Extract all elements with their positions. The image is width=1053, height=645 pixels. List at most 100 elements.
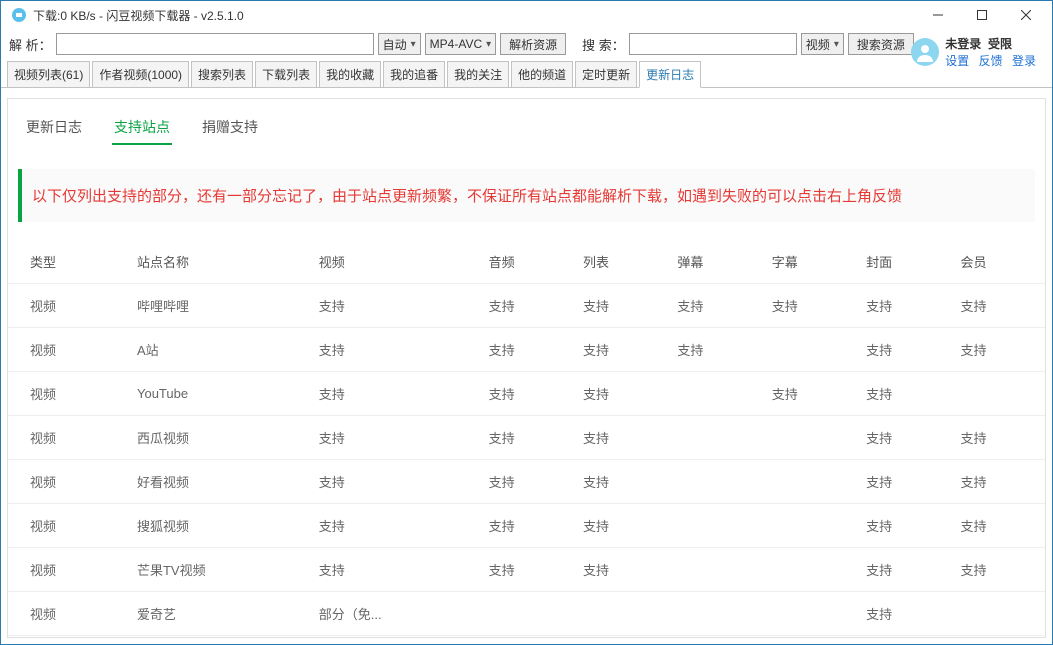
table-cell: 支持: [479, 284, 573, 328]
sub-tab[interactable]: 支持站点: [112, 111, 172, 145]
main-tab[interactable]: 下载列表: [255, 61, 317, 87]
table-row: 视频爱奇艺部分（免...支持: [8, 592, 1045, 636]
feedback-link[interactable]: 反馈: [979, 54, 1003, 68]
main-tab[interactable]: 我的收藏: [319, 61, 381, 87]
table-cell: 视频: [8, 504, 127, 548]
chevron-down-icon: ▾: [411, 39, 416, 50]
sites-table: 类型站点名称视频音频列表弹幕字幕封面会员 视频哔哩哔哩支持支持支持支持支持支持支…: [8, 240, 1045, 638]
parse-button[interactable]: 解析资源: [500, 33, 566, 55]
table-cell: 视频: [8, 548, 127, 592]
table-cell: 支持: [762, 372, 856, 416]
table-cell: [667, 372, 761, 416]
table-cell: 支持: [309, 372, 479, 416]
close-button[interactable]: [1004, 1, 1048, 29]
table-cell: [479, 592, 573, 636]
table-cell: [573, 592, 667, 636]
search-button-label: 搜索资源: [857, 36, 905, 53]
search-type-select[interactable]: 视频▾: [801, 33, 844, 55]
user-text: 未登录 受限 设置 反馈 登录: [945, 35, 1042, 69]
table-cell: 支持: [951, 328, 1045, 372]
table-row: 视频腾讯视频部分支持支持: [8, 636, 1045, 639]
table-cell: 支持: [951, 504, 1045, 548]
app-window: 下载:0 KB/s - 闪豆视频下载器 - v2.5.1.0 解 析： 自动▾ …: [0, 0, 1053, 645]
table-cell: 爱奇艺: [127, 592, 309, 636]
table-cell: [667, 592, 761, 636]
table-cell: 支持: [762, 284, 856, 328]
table-cell: 支持: [573, 372, 667, 416]
sub-tab[interactable]: 捐赠支持: [200, 111, 260, 145]
auto-select-label: 自动: [383, 36, 407, 53]
titlebar: 下载:0 KB/s - 闪豆视频下载器 - v2.5.1.0: [1, 1, 1052, 29]
table-header-cell: 弹幕: [667, 240, 761, 284]
format-select[interactable]: MP4-AVC ▾: [425, 33, 496, 55]
table-cell: 支持: [573, 284, 667, 328]
table-cell: 支持: [479, 416, 573, 460]
sub-tabs: 更新日志支持站点捐赠支持: [8, 99, 1045, 145]
inner-card: 更新日志支持站点捐赠支持 以下仅列出支持的部分，还有一部分忘记了，由于站点更新频…: [7, 98, 1046, 638]
chevron-down-icon: ▾: [486, 39, 491, 50]
table-cell: 部分（免...: [309, 592, 479, 636]
table-cell: 支持: [951, 548, 1045, 592]
table-cell: 视频: [8, 592, 127, 636]
table-row: 视频哔哩哔哩支持支持支持支持支持支持支持: [8, 284, 1045, 328]
user-status-1: 未登录: [945, 37, 981, 51]
table-cell: [762, 416, 856, 460]
table-header-cell: 列表: [573, 240, 667, 284]
toolbar: 解 析： 自动▾ MP4-AVC▾ 解析资源 搜 索： 视频▾ 搜索资源: [1, 29, 1052, 59]
table-cell: 好看视频: [127, 460, 309, 504]
table-cell: 支持: [573, 416, 667, 460]
table-cell: [667, 548, 761, 592]
table-cell: 支持: [573, 460, 667, 504]
table-cell: 支持: [309, 460, 479, 504]
main-tab[interactable]: 定时更新: [575, 61, 637, 87]
table-cell: 支持: [667, 328, 761, 372]
main-tab[interactable]: 作者视频(1000): [92, 61, 189, 87]
table-cell: [951, 372, 1045, 416]
search-input[interactable]: [629, 33, 797, 55]
parse-label: 解 析：: [9, 35, 52, 54]
table-cell: 芒果TV视频: [127, 548, 309, 592]
table-header-cell: 字幕: [762, 240, 856, 284]
search-button[interactable]: 搜索资源: [848, 33, 914, 55]
table-cell: [762, 636, 856, 639]
table-cell: 腾讯视频: [127, 636, 309, 639]
main-tab[interactable]: 他的频道: [511, 61, 573, 87]
table-cell: 视频: [8, 460, 127, 504]
table-cell: [667, 636, 761, 639]
table-row: 视频西瓜视频支持支持支持支持支持: [8, 416, 1045, 460]
table-header-cell: 视频: [309, 240, 479, 284]
main-tab[interactable]: 搜索列表: [191, 61, 253, 87]
login-link[interactable]: 登录: [1012, 54, 1036, 68]
table-row: 视频A站支持支持支持支持支持支持: [8, 328, 1045, 372]
table-cell: 支持: [309, 504, 479, 548]
window-controls: [916, 1, 1048, 29]
table-header-cell: 类型: [8, 240, 127, 284]
table-cell: 视频: [8, 284, 127, 328]
table-cell: 支持: [309, 416, 479, 460]
main-tab[interactable]: 我的追番: [383, 61, 445, 87]
auto-select[interactable]: 自动 ▾: [378, 33, 421, 55]
table-cell: 支持: [856, 416, 950, 460]
table-cell: 视频: [8, 636, 127, 639]
table-cell: 支持: [856, 460, 950, 504]
main-tab[interactable]: 我的关注: [447, 61, 509, 87]
settings-link[interactable]: 设置: [945, 54, 969, 68]
maximize-button[interactable]: [960, 1, 1004, 29]
table-cell: 视频: [8, 372, 127, 416]
table-cell: 西瓜视频: [127, 416, 309, 460]
format-select-label: MP4-AVC: [430, 37, 482, 51]
parse-input[interactable]: [56, 33, 374, 55]
main-tab[interactable]: 视频列表(61): [7, 61, 90, 87]
table-cell: [762, 460, 856, 504]
minimize-button[interactable]: [916, 1, 960, 29]
user-status: 未登录 受限: [945, 35, 1042, 52]
table-cell: 支持: [479, 548, 573, 592]
parse-button-label: 解析资源: [509, 36, 557, 53]
table-cell: YouTube: [127, 372, 309, 416]
table-cell: 支持: [951, 284, 1045, 328]
table-cell: 支持: [856, 504, 950, 548]
avatar[interactable]: [911, 38, 939, 66]
table-cell: [762, 328, 856, 372]
sub-tab[interactable]: 更新日志: [24, 111, 84, 145]
main-tab[interactable]: 更新日志: [639, 61, 701, 88]
